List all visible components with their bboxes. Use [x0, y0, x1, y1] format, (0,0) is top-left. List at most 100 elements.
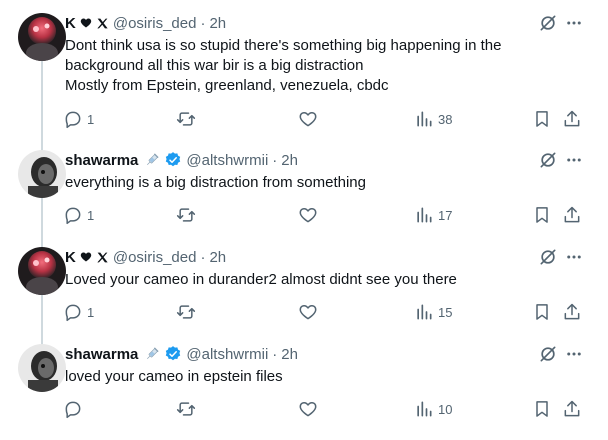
user-handle[interactable]: @altshwrmii	[186, 346, 268, 363]
avatar[interactable]	[18, 150, 66, 198]
share-button[interactable]	[562, 107, 582, 131]
heart-icon	[80, 17, 92, 29]
reply-button[interactable]: 1	[63, 300, 94, 324]
like-icon	[299, 112, 317, 127]
timestamp[interactable]: 2h	[281, 346, 298, 363]
share-icon	[564, 206, 580, 223]
user-handle[interactable]: @osiris_ded	[113, 249, 197, 266]
views-icon	[417, 401, 432, 417]
avatar[interactable]	[18, 344, 66, 392]
more-options-icon[interactable]	[563, 343, 585, 365]
verified-badge-icon[interactable]	[164, 151, 182, 169]
retweet-icon	[176, 305, 196, 319]
timestamp[interactable]: 2h	[209, 249, 226, 266]
view-count: 10	[438, 401, 453, 417]
views-button[interactable]: 10	[414, 397, 452, 421]
share-button[interactable]	[562, 397, 582, 421]
display-name[interactable]: shawarma	[65, 346, 138, 363]
tweet-text-line: Dont think usa is so stupid there's some…	[65, 37, 502, 54]
tweet[interactable]: shawarma @altshwrmii · 2h loved your cam…	[0, 344, 608, 424]
grok-icon[interactable]	[537, 246, 559, 268]
syringe-icon	[144, 346, 160, 362]
views-button[interactable]: 15	[414, 300, 452, 324]
tweet-header: shawarma @altshwrmii · 2h	[65, 344, 298, 364]
reply-count: 1	[87, 304, 95, 320]
user-handle[interactable]: @altshwrmii	[186, 152, 268, 169]
view-count: 17	[438, 207, 453, 223]
share-button[interactable]	[562, 203, 582, 227]
display-name[interactable]: shawarma	[65, 152, 138, 169]
tweet-text-line: background all this war bir is a big dis…	[65, 57, 364, 74]
tweet-text: Loved your cameo in durander2 almost did…	[65, 270, 585, 290]
bookmark-button[interactable]	[532, 203, 552, 227]
bookmark-button[interactable]	[532, 397, 552, 421]
like-icon	[299, 402, 317, 417]
reply-button[interactable]	[63, 397, 87, 421]
grok-icon[interactable]	[537, 149, 559, 171]
timestamp[interactable]: 2h	[281, 152, 298, 169]
user-handle[interactable]: @osiris_ded	[113, 15, 197, 32]
reply-icon	[65, 304, 81, 322]
reply-icon	[65, 401, 81, 419]
timestamp[interactable]: 2h	[209, 15, 226, 32]
retweet-icon	[176, 208, 196, 222]
tweet-actions: 10	[0, 397, 608, 421]
tweet-text-line: everything is a big distraction from som…	[65, 174, 366, 191]
tweet-actions: 1 15	[0, 300, 608, 324]
views-button[interactable]: 38	[414, 107, 452, 131]
tweet-actions: 1 38	[0, 107, 608, 131]
like-button[interactable]	[298, 203, 322, 227]
view-count: 38	[438, 111, 453, 127]
grok-icon[interactable]	[537, 343, 559, 365]
views-icon	[417, 111, 432, 127]
reply-count: 1	[87, 207, 95, 223]
x-logo-icon	[96, 17, 109, 30]
reply-button[interactable]: 1	[63, 107, 94, 131]
verified-badge-icon[interactable]	[164, 345, 182, 363]
retweet-button[interactable]	[176, 203, 200, 227]
more-options-icon[interactable]	[563, 246, 585, 268]
views-icon	[417, 207, 432, 223]
tweet[interactable]: K @osiris_ded · 2h Loved your cameo in d…	[0, 247, 608, 327]
share-icon	[564, 400, 580, 417]
reply-count: 1	[87, 111, 95, 127]
avatar[interactable]	[18, 247, 66, 295]
retweet-button[interactable]	[176, 300, 200, 324]
views-icon	[417, 304, 432, 320]
reply-button[interactable]: 1	[63, 203, 94, 227]
views-button[interactable]: 17	[414, 203, 452, 227]
tweet[interactable]: shawarma @altshwrmii · 2h everything is …	[0, 150, 608, 230]
retweet-button[interactable]	[176, 397, 200, 421]
tweet-header: K @osiris_ded · 2h	[65, 13, 226, 33]
tweet-text: everything is a big distraction from som…	[65, 173, 585, 193]
separator-dot: ·	[200, 14, 206, 32]
share-icon	[564, 303, 580, 320]
more-options-icon[interactable]	[563, 149, 585, 171]
reply-icon	[65, 207, 81, 225]
display-name[interactable]: K	[65, 15, 76, 32]
tweet-text-line: loved your cameo in epstein files	[65, 368, 283, 385]
tweet-text: loved your cameo in epstein files	[65, 367, 585, 387]
like-button[interactable]	[298, 397, 322, 421]
separator-dot: ·	[272, 151, 278, 169]
view-count: 15	[438, 304, 453, 320]
share-button[interactable]	[562, 300, 582, 324]
more-options-icon[interactable]	[563, 12, 585, 34]
bookmark-button[interactable]	[532, 300, 552, 324]
separator-dot: ·	[200, 248, 206, 266]
heart-icon	[80, 251, 92, 263]
grok-icon[interactable]	[537, 12, 559, 34]
tweet-header: K @osiris_ded · 2h	[65, 247, 226, 267]
retweet-button[interactable]	[176, 107, 200, 131]
bookmark-icon	[536, 401, 548, 417]
tweet-header: shawarma @altshwrmii · 2h	[65, 150, 298, 170]
like-button[interactable]	[298, 300, 322, 324]
like-button[interactable]	[298, 107, 322, 131]
avatar[interactable]	[18, 13, 66, 61]
reply-icon	[65, 111, 81, 129]
bookmark-icon	[536, 304, 548, 320]
bookmark-button[interactable]	[532, 107, 552, 131]
tweet[interactable]: K @osiris_ded · 2h Dont think usa is so …	[0, 13, 608, 133]
bookmark-icon	[536, 207, 548, 223]
display-name[interactable]: K	[65, 249, 76, 266]
